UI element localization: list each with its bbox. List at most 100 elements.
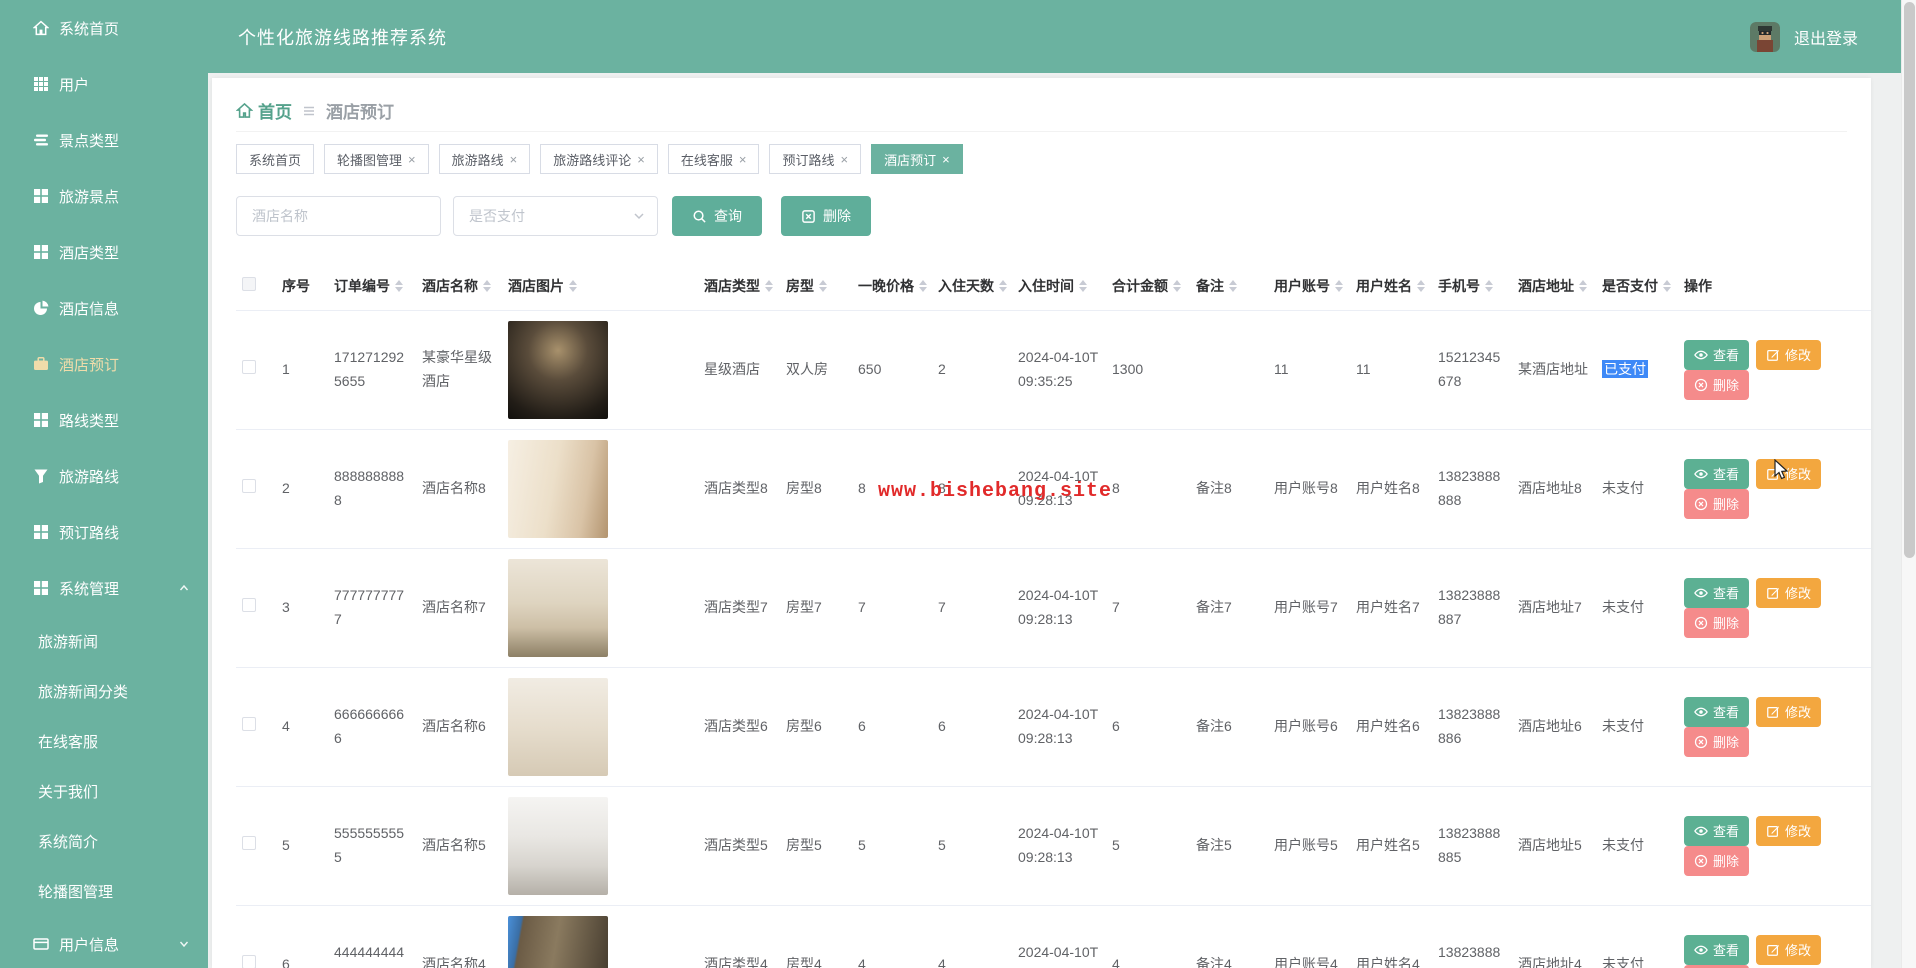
- column-header-phone[interactable]: 手机号: [1432, 262, 1512, 311]
- column-header-note[interactable]: 备注: [1190, 262, 1268, 311]
- sidebar-subitem-tour-news-category[interactable]: 旅游新闻分类: [0, 666, 208, 716]
- row-checkbox[interactable]: [242, 835, 256, 850]
- hotel-photo[interactable]: [508, 320, 608, 419]
- column-header-total[interactable]: 合计金额: [1106, 262, 1190, 311]
- column-header-address[interactable]: 酒店地址: [1512, 262, 1596, 311]
- sidebar-item-route-type[interactable]: 路线类型: [0, 392, 208, 448]
- edit-button[interactable]: 修改: [1756, 577, 1822, 608]
- sort-icon[interactable]: [999, 279, 1007, 292]
- close-icon[interactable]: ×: [408, 152, 416, 167]
- view-button[interactable]: 查看: [1684, 458, 1750, 489]
- row-delete-button[interactable]: 删除: [1684, 488, 1750, 519]
- sort-icon[interactable]: [569, 279, 577, 292]
- page-scrollbar[interactable]: [1901, 0, 1916, 968]
- sidebar-subitem-tour-news[interactable]: 旅游新闻: [0, 616, 208, 666]
- column-header-room_type[interactable]: 房型: [780, 262, 852, 311]
- hotel-name-input[interactable]: [236, 196, 441, 236]
- close-icon[interactable]: ×: [637, 152, 645, 167]
- edit-button[interactable]: 修改: [1756, 815, 1822, 846]
- sidebar-subitem-carousel-management[interactable]: 轮播图管理: [0, 866, 208, 916]
- select-all-checkbox[interactable]: [242, 277, 256, 292]
- close-icon[interactable]: ×: [739, 152, 747, 167]
- column-header-price[interactable]: 一晚价格: [852, 262, 932, 311]
- sort-icon[interactable]: [1485, 279, 1493, 292]
- sort-icon[interactable]: [1579, 279, 1587, 292]
- column-header-hotel_name[interactable]: 酒店名称: [416, 262, 502, 311]
- scrollbar-thumb[interactable]: [1903, 2, 1915, 558]
- view-button[interactable]: 查看: [1684, 339, 1750, 370]
- sidebar-subitem-about-us[interactable]: 关于我们: [0, 766, 208, 816]
- sidebar-item-user-info[interactable]: 用户信息: [0, 916, 208, 968]
- sidebar-item-users[interactable]: 用户: [0, 56, 208, 112]
- row-checkbox[interactable]: [242, 954, 256, 968]
- view-button[interactable]: 查看: [1684, 934, 1750, 965]
- hotel-photo[interactable]: [508, 439, 608, 538]
- row-checkbox[interactable]: [242, 716, 256, 731]
- edit-button[interactable]: 修改: [1756, 339, 1822, 370]
- sidebar-item-hotel-booking[interactable]: 酒店预订: [0, 336, 208, 392]
- tab-carousel-management[interactable]: 轮播图管理 ×: [324, 144, 429, 174]
- column-header-days[interactable]: 入住天数: [932, 262, 1012, 311]
- column-header-user_name[interactable]: 用户姓名: [1350, 262, 1432, 311]
- sidebar-item-scenic-spots[interactable]: 旅游景点: [0, 168, 208, 224]
- sidebar-subitem-system-intro[interactable]: 系统简介: [0, 816, 208, 866]
- tab-hotel-booking[interactable]: 酒店预订 ×: [871, 144, 963, 174]
- row-checkbox[interactable]: [242, 359, 256, 374]
- column-header-account[interactable]: 用户账号: [1268, 262, 1350, 311]
- sidebar-item-hotel-type[interactable]: 酒店类型: [0, 224, 208, 280]
- view-button[interactable]: 查看: [1684, 696, 1750, 727]
- edit-button[interactable]: 修改: [1756, 696, 1822, 727]
- column-header-order_no[interactable]: 订单编号: [328, 262, 416, 311]
- row-checkbox[interactable]: [242, 597, 256, 612]
- query-button[interactable]: 查询: [672, 196, 762, 236]
- sort-icon[interactable]: [483, 279, 491, 292]
- breadcrumb-home[interactable]: 首页: [236, 98, 292, 123]
- tab-tour-route-comments[interactable]: 旅游路线评论 ×: [540, 144, 658, 174]
- column-header-image[interactable]: 酒店图片: [502, 262, 698, 311]
- row-delete-button[interactable]: 删除: [1684, 607, 1750, 638]
- sort-icon[interactable]: [919, 279, 927, 292]
- hotel-photo[interactable]: [508, 677, 608, 776]
- sort-icon[interactable]: [819, 279, 827, 292]
- tab-online-service[interactable]: 在线客服 ×: [667, 144, 760, 174]
- row-checkbox[interactable]: [242, 478, 256, 493]
- column-header-checkin[interactable]: 入住时间: [1012, 262, 1106, 311]
- sidebar-item-booked-routes[interactable]: 预订路线: [0, 504, 208, 560]
- tab-tour-routes[interactable]: 旅游路线 ×: [438, 144, 531, 174]
- view-button[interactable]: 查看: [1684, 577, 1750, 608]
- logout-button[interactable]: 退出登录: [1794, 25, 1858, 49]
- sidebar-item-scenic-type[interactable]: 景点类型: [0, 112, 208, 168]
- column-header-paid[interactable]: 是否支付: [1596, 262, 1678, 311]
- row-delete-button[interactable]: 删除: [1684, 845, 1750, 876]
- close-icon[interactable]: ×: [840, 152, 848, 167]
- edit-button[interactable]: 修改: [1756, 934, 1822, 965]
- sort-icon[interactable]: [1079, 279, 1087, 292]
- sidebar-item-hotel-info[interactable]: 酒店信息: [0, 280, 208, 336]
- row-delete-button[interactable]: 删除: [1684, 369, 1750, 400]
- sort-icon[interactable]: [395, 279, 403, 292]
- tab-booked-routes[interactable]: 预订路线 ×: [769, 144, 862, 174]
- tab-system-home[interactable]: 系统首页: [236, 144, 315, 174]
- sort-icon[interactable]: [1417, 279, 1425, 292]
- sort-icon[interactable]: [1173, 279, 1181, 292]
- sort-icon[interactable]: [765, 279, 773, 292]
- close-icon[interactable]: ×: [510, 152, 518, 167]
- sidebar-subitem-online-service[interactable]: 在线客服: [0, 716, 208, 766]
- sidebar-item-home[interactable]: 系统首页: [0, 0, 208, 56]
- row-delete-button[interactable]: 删除: [1684, 964, 1750, 968]
- sidebar-item-tour-routes[interactable]: 旅游路线: [0, 448, 208, 504]
- delete-button[interactable]: 删除: [781, 196, 871, 236]
- sort-icon[interactable]: [1229, 279, 1237, 292]
- column-header-hotel_type[interactable]: 酒店类型: [698, 262, 780, 311]
- hotel-photo[interactable]: [508, 558, 608, 657]
- edit-button[interactable]: 修改: [1756, 458, 1822, 489]
- sidebar-item-system-management[interactable]: 系统管理: [0, 560, 208, 616]
- sort-icon[interactable]: [1335, 279, 1343, 292]
- avatar[interactable]: [1749, 21, 1780, 52]
- hotel-photo[interactable]: [508, 915, 608, 968]
- hotel-photo[interactable]: [508, 796, 608, 895]
- view-button[interactable]: 查看: [1684, 815, 1750, 846]
- close-icon[interactable]: ×: [942, 152, 950, 167]
- sort-icon[interactable]: [1663, 279, 1671, 292]
- row-delete-button[interactable]: 删除: [1684, 726, 1750, 757]
